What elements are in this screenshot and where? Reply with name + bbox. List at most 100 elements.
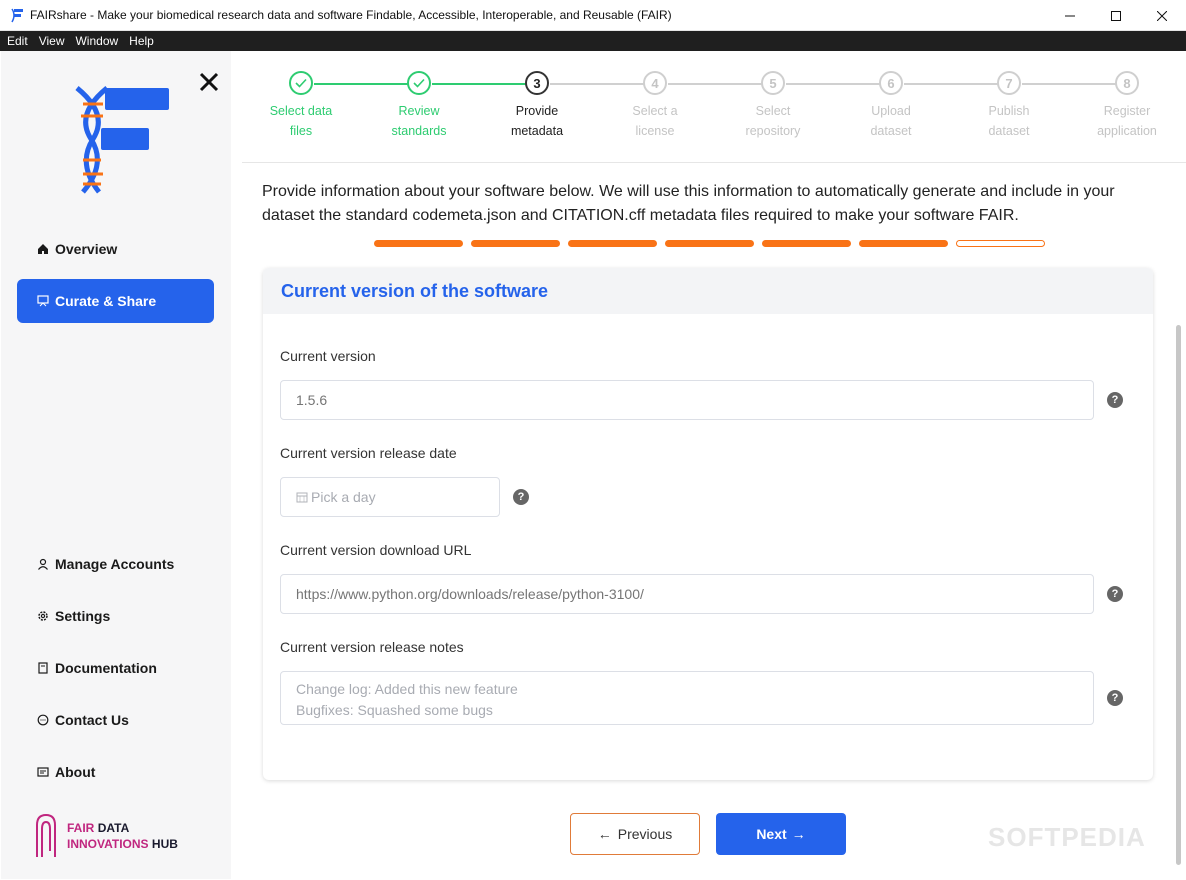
close-window-button[interactable]	[1139, 0, 1185, 31]
user-icon	[37, 558, 49, 570]
step-select-license: 4 Select a license	[596, 71, 714, 141]
softpedia-watermark: SOFTPEDIA	[988, 822, 1146, 852]
maximize-button[interactable]	[1093, 0, 1139, 31]
card-title: Current version of the software	[263, 268, 1153, 314]
step-label: Select data	[269, 104, 333, 118]
sidebar-item-label: About	[55, 764, 96, 780]
minimize-button[interactable]	[1047, 0, 1093, 31]
step-label: Upload	[871, 104, 911, 118]
sidebar-item-overview[interactable]: Overview	[17, 227, 214, 271]
gear-icon	[37, 610, 49, 622]
progress-segment	[471, 240, 560, 247]
menu-bar: Edit View Window Help	[0, 31, 1186, 51]
check-icon	[407, 71, 431, 95]
step-label: Select	[755, 104, 791, 118]
progress-segment	[568, 240, 657, 247]
step-label: Publish	[988, 104, 1030, 118]
title-bar: FAIRshare - Make your biomedical researc…	[0, 0, 1186, 31]
hub-text-hub: HUB	[151, 837, 178, 851]
sidebar-item-label: Settings	[55, 608, 111, 624]
book-icon	[37, 662, 49, 674]
progress-segment	[762, 240, 851, 247]
step-number: 3	[525, 71, 549, 95]
step-label: files	[289, 124, 313, 138]
sidebar-item-manage-accounts[interactable]: Manage Accounts	[17, 542, 214, 586]
release-notes-label: Current version release notes	[280, 639, 464, 655]
sidebar-item-label: Contact Us	[55, 712, 129, 728]
next-button[interactable]: Next →	[716, 813, 846, 855]
menu-view[interactable]: View	[39, 34, 65, 48]
sidebar-item-about[interactable]: About	[17, 750, 214, 794]
step-label: metadata	[510, 124, 564, 138]
step-publish-dataset: 7 Publish dataset	[950, 71, 1068, 141]
step-number: 8	[1115, 71, 1139, 95]
fair-data-innovations-hub-logo: FAIR DATA INNOVATIONS HUB	[33, 813, 178, 859]
step-label: repository	[745, 124, 801, 138]
download-url-label: Current version download URL	[280, 542, 472, 558]
step-label: Register	[1103, 104, 1151, 118]
previous-button-label: Previous	[617, 826, 673, 842]
arrow-left-icon: ←	[597, 826, 612, 842]
software-version-card: Current version of the software Current …	[263, 268, 1153, 780]
help-icon[interactable]: ?	[1107, 690, 1123, 706]
hub-text-innovations: INNOVATIONS	[67, 837, 149, 851]
close-icon	[1157, 10, 1167, 21]
sub-progress-bar	[374, 240, 1053, 247]
release-date-picker[interactable]: Pick a day	[280, 477, 500, 517]
arrow-right-icon: →	[791, 826, 806, 842]
share-icon	[37, 295, 49, 307]
maximize-icon	[1111, 10, 1121, 21]
menu-edit[interactable]: Edit	[7, 34, 28, 48]
step-label: dataset	[988, 124, 1030, 138]
download-url-input[interactable]	[280, 574, 1094, 614]
sidebar-item-label: Overview	[55, 241, 118, 257]
release-date-placeholder: Pick a day	[311, 489, 376, 505]
check-icon	[289, 71, 313, 95]
hub-logo-icon	[36, 813, 56, 857]
hub-text-data: DATA	[97, 821, 130, 835]
help-icon[interactable]: ?	[1107, 586, 1123, 602]
step-register-application: 8 Register application	[1068, 71, 1186, 141]
progress-segment	[665, 240, 754, 247]
current-version-label: Current version	[280, 348, 376, 364]
sidebar-item-settings[interactable]: Settings	[17, 594, 214, 638]
chat-icon	[37, 714, 49, 726]
step-label: dataset	[870, 124, 912, 138]
previous-button[interactable]: ← Previous	[570, 813, 700, 855]
main-scrollbar[interactable]	[1176, 325, 1181, 865]
step-label: standards	[391, 124, 447, 138]
progress-segment	[859, 240, 948, 247]
step-upload-dataset: 6 Upload dataset	[832, 71, 950, 141]
step-number: 6	[879, 71, 903, 95]
next-button-label: Next	[756, 826, 787, 842]
step-number: 5	[761, 71, 785, 95]
minimize-icon	[1065, 15, 1075, 16]
step-label: Select a	[632, 104, 678, 118]
sidebar-item-curate-share[interactable]: Curate & Share	[17, 279, 214, 323]
sidebar-item-label: Documentation	[55, 660, 157, 676]
sidebar-item-contact-us[interactable]: Contact Us	[17, 698, 214, 742]
step-select-data-files: Select data files	[242, 71, 360, 141]
info-card-icon	[37, 766, 49, 778]
menu-help[interactable]: Help	[129, 34, 154, 48]
progress-segment	[374, 240, 463, 247]
current-version-input[interactable]	[280, 380, 1094, 420]
release-date-label: Current version release date	[280, 445, 457, 461]
sidebar-item-label: Manage Accounts	[55, 556, 175, 572]
step-label: Provide	[515, 104, 559, 118]
close-sidebar-icon[interactable]	[198, 71, 220, 93]
progress-stepper: Select data files Review standards 3 Provi…	[242, 51, 1186, 163]
step-label: application	[1097, 124, 1157, 138]
help-icon[interactable]: ?	[513, 489, 529, 505]
window-title: FAIRshare - Make your biomedical researc…	[30, 8, 672, 22]
release-notes-textarea[interactable]: Change log: Added this new feature Bugfi…	[280, 671, 1094, 725]
step-provide-metadata: 3 Provide metadata	[478, 71, 596, 141]
menu-window[interactable]: Window	[75, 34, 118, 48]
sidebar-item-label: Curate & Share	[55, 293, 157, 309]
step-label: license	[635, 124, 675, 138]
app-logo-icon	[11, 8, 23, 23]
help-icon[interactable]: ?	[1107, 392, 1123, 408]
sidebar-item-documentation[interactable]: Documentation	[17, 646, 214, 690]
fairshare-logo	[75, 86, 169, 194]
sidebar: Overview Curate & Share Manage Accounts …	[1, 51, 231, 879]
